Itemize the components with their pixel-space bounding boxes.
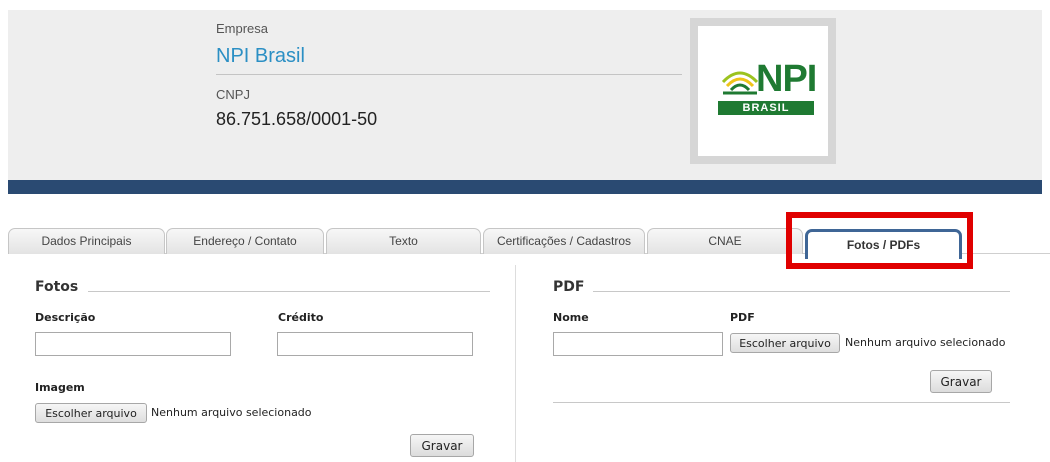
company-logo: NPI BRASIL <box>698 26 828 156</box>
pdf-title-line <box>593 291 1010 292</box>
credit-label: Crédito <box>278 311 324 324</box>
tab-certificacoes-cadastros[interactable]: Certificações / Cadastros <box>483 228 645 254</box>
fotos-save-button[interactable]: Gravar <box>410 434 474 457</box>
tab-texto[interactable]: Texto <box>326 228 481 254</box>
description-input[interactable] <box>35 332 231 356</box>
image-file-button[interactable]: Escolher arquivo <box>35 403 147 423</box>
cnpj-label: CNPJ <box>216 87 250 102</box>
tab-endereco-contato[interactable]: Endereço / Contato <box>166 228 324 254</box>
pdf-file-label: PDF <box>730 311 755 324</box>
company-header <box>8 10 1042 180</box>
header-accent-bar <box>8 180 1042 194</box>
sun-rays-logo-icon <box>721 71 759 95</box>
tab-cnae[interactable]: CNAE <box>647 228 803 254</box>
tab-dados-principais[interactable]: Dados Principais <box>8 228 165 254</box>
tab-fotos-pdfs[interactable]: Fotos / PDFs <box>805 229 962 259</box>
company-label: Empresa <box>216 21 269 36</box>
pdf-file-status: Nenhum arquivo selecionado <box>845 336 1006 349</box>
pdf-title: PDF <box>553 279 585 295</box>
company-name: NPI Brasil <box>216 45 305 67</box>
logo-subtext: BRASIL <box>718 101 814 115</box>
panel-separator <box>515 265 516 462</box>
pdf-name-input[interactable] <box>553 332 723 356</box>
company-logo-frame: NPI BRASIL <box>690 18 836 164</box>
pdf-name-label: Nome <box>553 311 589 324</box>
description-label: Descrição <box>35 311 96 324</box>
image-label: Imagem <box>35 381 85 394</box>
pdf-file-button[interactable]: Escolher arquivo <box>730 333 840 353</box>
image-file-status: Nenhum arquivo selecionado <box>151 406 312 419</box>
pdf-save-button[interactable]: Gravar <box>930 370 992 393</box>
logo-text: NPI <box>756 58 817 100</box>
fotos-title: Fotos <box>35 279 79 295</box>
header-divider <box>216 74 682 75</box>
fotos-title-line <box>88 291 490 292</box>
credit-input[interactable] <box>277 332 473 356</box>
pdf-bottom-divider <box>553 402 1010 403</box>
cnpj-value: 86.751.658/0001-50 <box>216 109 378 129</box>
